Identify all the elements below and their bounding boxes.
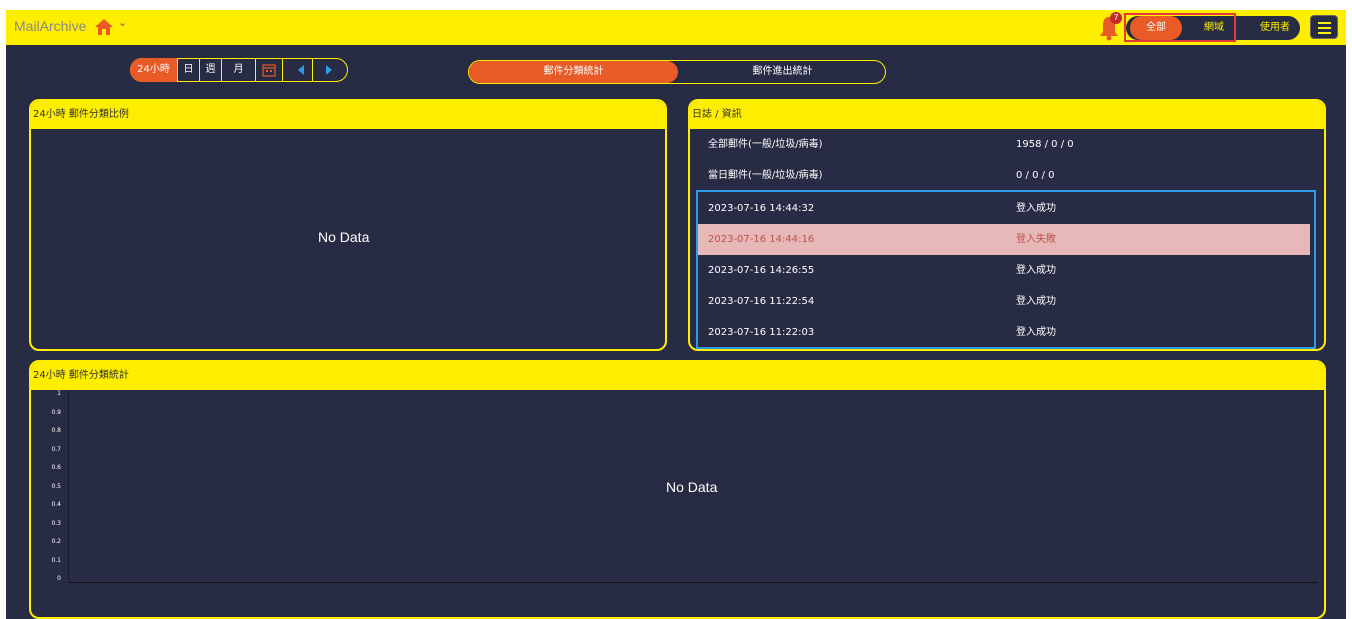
x-axis-line — [68, 582, 1318, 583]
range-month-button[interactable]: 月 — [222, 58, 256, 82]
y-tick-label: 0.2 — [51, 538, 61, 545]
panel-title: 日誌 / 資訊 — [690, 101, 1324, 129]
scope-highlight-frame — [1124, 13, 1236, 42]
stats-tabs: 郵件分類統計 郵件進出統計 — [468, 60, 886, 84]
y-tick-label: 0.1 — [51, 556, 61, 564]
y-tick-label: 0 — [57, 575, 61, 582]
y-axis-line — [68, 390, 69, 583]
log-highlight-frame — [696, 190, 1316, 349]
range-24h-button[interactable]: 24小時 — [130, 58, 178, 82]
summary-row: 當日郵件(一般/垃圾/病毒) 0 / 0 / 0 — [698, 160, 1310, 191]
app-window: MailArchive ⌄ 7 全部 網域 使用者 24小時 日 週 月 郵件分… — [6, 10, 1346, 619]
chevron-down-icon[interactable]: ⌄ — [118, 16, 127, 29]
tab-mail-inout[interactable]: 郵件進出統計 — [678, 61, 885, 83]
category-ratio-panel: 24小時 郵件分類比例 No Data — [29, 99, 667, 351]
panel-title: 24小時 郵件分類比例 — [31, 101, 665, 129]
next-arrow-icon[interactable] — [326, 65, 332, 75]
hamburger-menu-icon[interactable] — [1310, 15, 1338, 39]
summary-label: 全部郵件(一般/垃圾/病毒) — [708, 139, 823, 150]
home-icon[interactable] — [94, 17, 114, 37]
range-week-button[interactable]: 週 — [200, 58, 222, 82]
y-tick-label: 0.9 — [51, 408, 61, 416]
summary-value: 0 / 0 / 0 — [1016, 170, 1055, 181]
y-tick-label: 0.3 — [51, 519, 61, 527]
range-divider — [312, 58, 313, 82]
notification-badge: 7 — [1110, 12, 1122, 24]
no-data-message: No Data — [666, 479, 718, 495]
tab-mail-category[interactable]: 郵件分類統計 — [469, 61, 678, 83]
summary-value: 1958 / 0 / 0 — [1016, 139, 1074, 150]
scope-user-button[interactable]: 使用者 — [1250, 16, 1300, 40]
panel-title: 24小時 郵件分類統計 — [31, 362, 1324, 390]
summary-row: 全部郵件(一般/垃圾/病毒) 1958 / 0 / 0 — [698, 129, 1310, 160]
y-tick-label: 0.8 — [51, 427, 61, 434]
y-tick-label: 1 — [57, 390, 61, 397]
y-tick-label: 0.5 — [51, 482, 61, 490]
calendar-icon[interactable] — [262, 63, 276, 77]
log-info-panel: 日誌 / 資訊 全部郵件(一般/垃圾/病毒) 1958 / 0 / 0 當日郵件… — [688, 99, 1326, 351]
brand-name[interactable]: MailArchive — [14, 18, 86, 34]
range-day-button[interactable]: 日 — [178, 58, 200, 82]
summary-label: 當日郵件(一般/垃圾/病毒) — [708, 170, 823, 181]
top-bar: MailArchive ⌄ 7 全部 網域 使用者 — [6, 10, 1346, 45]
range-divider — [282, 58, 283, 82]
no-data-message: No Data — [318, 229, 370, 245]
category-stats-chart-panel: 24小時 郵件分類統計 1 0.9 0.8 0.7 0.6 0.5 0.4 0.3 0.2 0.1… — [29, 360, 1326, 619]
previous-arrow-icon[interactable] — [298, 65, 304, 75]
y-tick-label: 0.4 — [51, 501, 61, 508]
y-tick-label: 0.7 — [51, 445, 61, 453]
y-tick-label: 0.6 — [51, 464, 61, 471]
